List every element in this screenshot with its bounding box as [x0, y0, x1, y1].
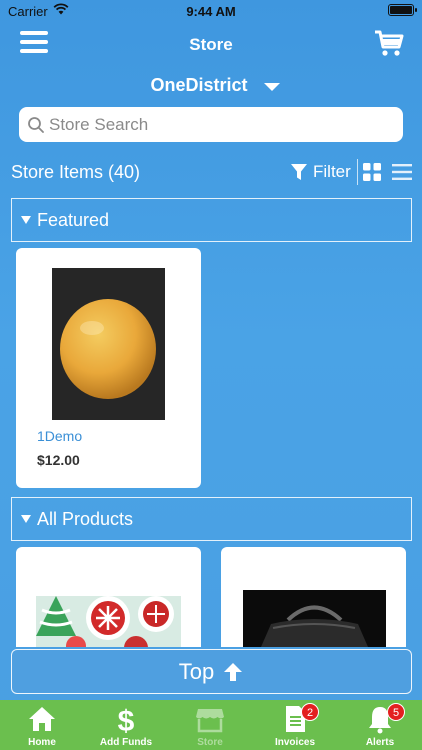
search-bar	[19, 107, 403, 142]
filter-icon	[291, 164, 307, 180]
tab-label: Home	[28, 737, 56, 748]
product-name[interactable]: 1Demo	[37, 428, 82, 444]
store-items-toolbar: Store Items (40) Filter	[0, 158, 422, 186]
arrow-up-icon	[224, 662, 243, 681]
battery-icon	[388, 4, 417, 16]
product-image-christmas-cookies	[36, 596, 181, 647]
tab-add-funds[interactable]: $ Add Funds	[84, 700, 168, 750]
product-card[interactable]: 1Demo $12.00	[16, 248, 201, 488]
home-icon	[29, 707, 55, 731]
status-time: 9:44 AM	[186, 4, 236, 19]
tab-label: Add Funds	[99, 737, 153, 748]
page-title: Store	[189, 35, 233, 54]
collapse-triangle-icon	[21, 216, 31, 224]
chevron-down-icon	[264, 83, 280, 91]
alerts-badge: 5	[387, 703, 405, 721]
store-items-count: Store Items (40)	[11, 162, 141, 182]
toolbar-divider	[357, 159, 358, 185]
section-label: Featured	[37, 209, 110, 230]
tab-alerts[interactable]: 5 Alerts	[338, 700, 422, 750]
scroll-top-button[interactable]: Top	[11, 649, 412, 694]
collapse-triangle-icon	[21, 515, 31, 523]
tab-bar: Home $ Add Funds Store 2 Invoices 5 Aler…	[0, 700, 422, 750]
cart-icon[interactable]	[374, 28, 404, 58]
invoices-badge: 2	[301, 703, 319, 721]
tab-label: Invoices	[274, 737, 316, 748]
featured-section-header[interactable]: Featured	[11, 198, 412, 242]
filter-label: Filter	[313, 162, 351, 181]
filter-button[interactable]: Filter	[291, 161, 351, 183]
nav-bar: Store	[0, 22, 422, 66]
list-view-icon[interactable]	[392, 163, 412, 181]
tab-store[interactable]: Store	[168, 700, 252, 750]
search-input[interactable]	[49, 107, 389, 142]
svg-text:$: $	[118, 705, 135, 734]
section-label: All Products	[37, 508, 134, 529]
district-selector[interactable]: OneDistrict	[0, 75, 422, 99]
product-image-black-duffel-bag	[243, 590, 386, 647]
product-price: $12.00	[37, 452, 80, 468]
tab-label: Store	[197, 737, 223, 748]
dollar-icon: $	[118, 705, 135, 734]
status-bar: Carrier 9:44 AM	[0, 0, 422, 22]
grid-view-icon[interactable]	[363, 163, 381, 181]
tab-label: Alerts	[365, 737, 395, 748]
tab-home[interactable]: Home	[0, 700, 84, 750]
scroll-top-label: Top	[178, 658, 215, 684]
product-card[interactable]	[221, 547, 406, 647]
all-products-section-header[interactable]: All Products	[11, 497, 412, 541]
search-icon	[28, 117, 44, 133]
product-image-grapefruit	[52, 268, 165, 420]
district-name: OneDistrict	[150, 75, 248, 95]
tab-invoices[interactable]: 2 Invoices	[253, 700, 337, 750]
product-card[interactable]	[16, 547, 201, 647]
store-icon	[196, 709, 224, 733]
